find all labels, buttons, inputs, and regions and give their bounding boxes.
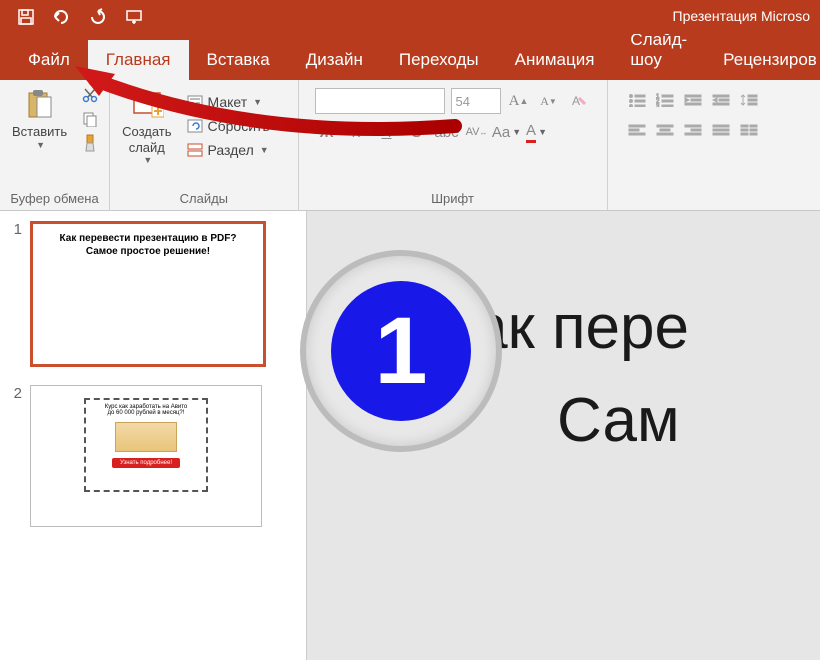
title-bar: Презентация Microso <box>0 0 820 34</box>
bullets-button[interactable] <box>624 88 650 112</box>
thumbnail-row: 2 Курс как заработать на Авито до 60 000… <box>8 385 298 527</box>
copy-icon <box>81 110 99 128</box>
thumb2-header: Курс как заработать на Авито до 60 000 р… <box>105 404 188 416</box>
annotation-step-badge: 1 <box>300 250 502 452</box>
tab-transitions[interactable]: Переходы <box>381 40 497 80</box>
chevron-down-icon: ▼ <box>143 155 152 166</box>
numbering-button[interactable]: 123 <box>652 88 678 112</box>
columns-button[interactable] <box>736 118 762 142</box>
section-label: Раздел <box>208 142 254 158</box>
undo-button[interactable] <box>44 0 80 34</box>
new-slide-icon <box>129 86 165 122</box>
paste-label: Вставить <box>12 124 67 140</box>
new-slide-label: Создать слайд <box>122 124 171 155</box>
group-slides: Создать слайд ▼ Макет▼ Сбросить Раздел▼ … <box>110 80 298 210</box>
slide-thumbnails-panel: 1 Как перевести презентацию в PDF? Самое… <box>0 211 307 660</box>
quick-access-toolbar <box>0 0 152 34</box>
group-paragraph-label <box>614 206 772 210</box>
underline-button[interactable]: Ч <box>375 120 399 144</box>
layout-icon <box>186 93 204 111</box>
tab-review[interactable]: Рецензиров <box>705 40 820 80</box>
reset-icon <box>186 117 204 135</box>
align-right-button[interactable] <box>680 118 706 142</box>
group-font: 54 A▲ A▼ A Ж К Ч S abc AV↔ Aa▼ A▼ Шрифт <box>299 80 608 210</box>
chevron-down-icon: ▼ <box>260 145 269 155</box>
money-image <box>115 422 177 452</box>
thumbnail-row: 1 Как перевести презентацию в PDF? Самое… <box>8 221 298 367</box>
group-font-label: Шрифт <box>305 191 601 210</box>
italic-button[interactable]: К <box>345 120 369 144</box>
increase-indent-button[interactable] <box>708 88 734 112</box>
reset-button[interactable]: Сбросить <box>182 115 292 137</box>
layout-label: Макет <box>208 94 248 110</box>
ribbon-tabs: Файл Главная Вставка Дизайн Переходы Ани… <box>0 34 820 80</box>
group-paragraph: 123 <box>608 80 778 210</box>
font-color-button[interactable]: A▼ <box>525 120 549 144</box>
shadow-button[interactable]: S <box>405 120 429 144</box>
new-slide-button[interactable]: Создать слайд ▼ <box>116 84 177 168</box>
line-spacing-button[interactable] <box>736 88 762 112</box>
font-size-select[interactable]: 54 <box>451 88 501 114</box>
tab-insert[interactable]: Вставка <box>189 40 288 80</box>
group-clipboard: Вставить ▼ Буфер обмена <box>0 80 110 210</box>
decrease-indent-button[interactable] <box>680 88 706 112</box>
paste-button[interactable]: Вставить ▼ <box>6 84 73 154</box>
tab-file[interactable]: Файл <box>10 40 88 80</box>
tab-home[interactable]: Главная <box>88 40 189 80</box>
section-button[interactable]: Раздел ▼ <box>182 139 292 161</box>
copy-button[interactable] <box>77 108 103 130</box>
chevron-down-icon: ▼ <box>36 140 45 151</box>
slide-thumbnail-1[interactable]: Как перевести презентацию в PDF? Самое п… <box>30 221 266 367</box>
save-button[interactable] <box>8 0 44 34</box>
group-slides-label: Слайды <box>116 191 291 210</box>
clipboard-icon <box>22 86 58 122</box>
tab-design[interactable]: Дизайн <box>288 40 381 80</box>
svg-text:3: 3 <box>656 104 660 107</box>
svg-text:A: A <box>572 94 580 108</box>
align-left-button[interactable] <box>624 118 650 142</box>
thumb2-content: Курс как заработать на Авито до 60 000 р… <box>84 398 208 492</box>
brush-icon <box>81 134 99 152</box>
slide-number: 2 <box>8 385 22 527</box>
slide-number: 1 <box>8 221 22 367</box>
slide-thumbnail-2[interactable]: Курс как заработать на Авито до 60 000 р… <box>30 385 262 527</box>
increase-font-button[interactable]: A▲ <box>507 89 531 113</box>
tab-animations[interactable]: Анимация <box>497 40 613 80</box>
decrease-font-button[interactable]: A▼ <box>537 89 561 113</box>
bold-button[interactable]: Ж <box>315 120 339 144</box>
thumb2-button: Узнать подробнее! <box>112 458 180 468</box>
layout-button[interactable]: Макет ▼ <box>182 91 292 113</box>
section-icon <box>186 141 204 159</box>
window-title: Презентация Microso <box>673 8 810 24</box>
scissors-icon <box>81 86 99 104</box>
reset-label: Сбросить <box>208 118 270 134</box>
justify-button[interactable] <box>708 118 734 142</box>
font-family-select[interactable] <box>315 88 445 114</box>
char-spacing-button[interactable]: AV↔ <box>465 120 489 144</box>
group-clipboard-label: Буфер обмена <box>6 191 103 210</box>
ribbon: Вставить ▼ Буфер обмена Создать слайд ▼ … <box>0 80 820 211</box>
cut-button[interactable] <box>77 84 103 106</box>
chevron-down-icon: ▼ <box>253 97 262 107</box>
thumb1-title: Как перевести презентацию в PDF? Самое п… <box>33 224 263 258</box>
align-center-button[interactable] <box>652 118 678 142</box>
clear-formatting-button[interactable]: A <box>567 89 591 113</box>
step-number: 1 <box>331 281 471 421</box>
change-case-button[interactable]: Aa▼ <box>495 120 519 144</box>
start-from-beginning-button[interactable] <box>116 0 152 34</box>
format-painter-button[interactable] <box>77 132 103 154</box>
strikethrough-button[interactable]: abc <box>435 120 459 144</box>
redo-button[interactable] <box>80 0 116 34</box>
